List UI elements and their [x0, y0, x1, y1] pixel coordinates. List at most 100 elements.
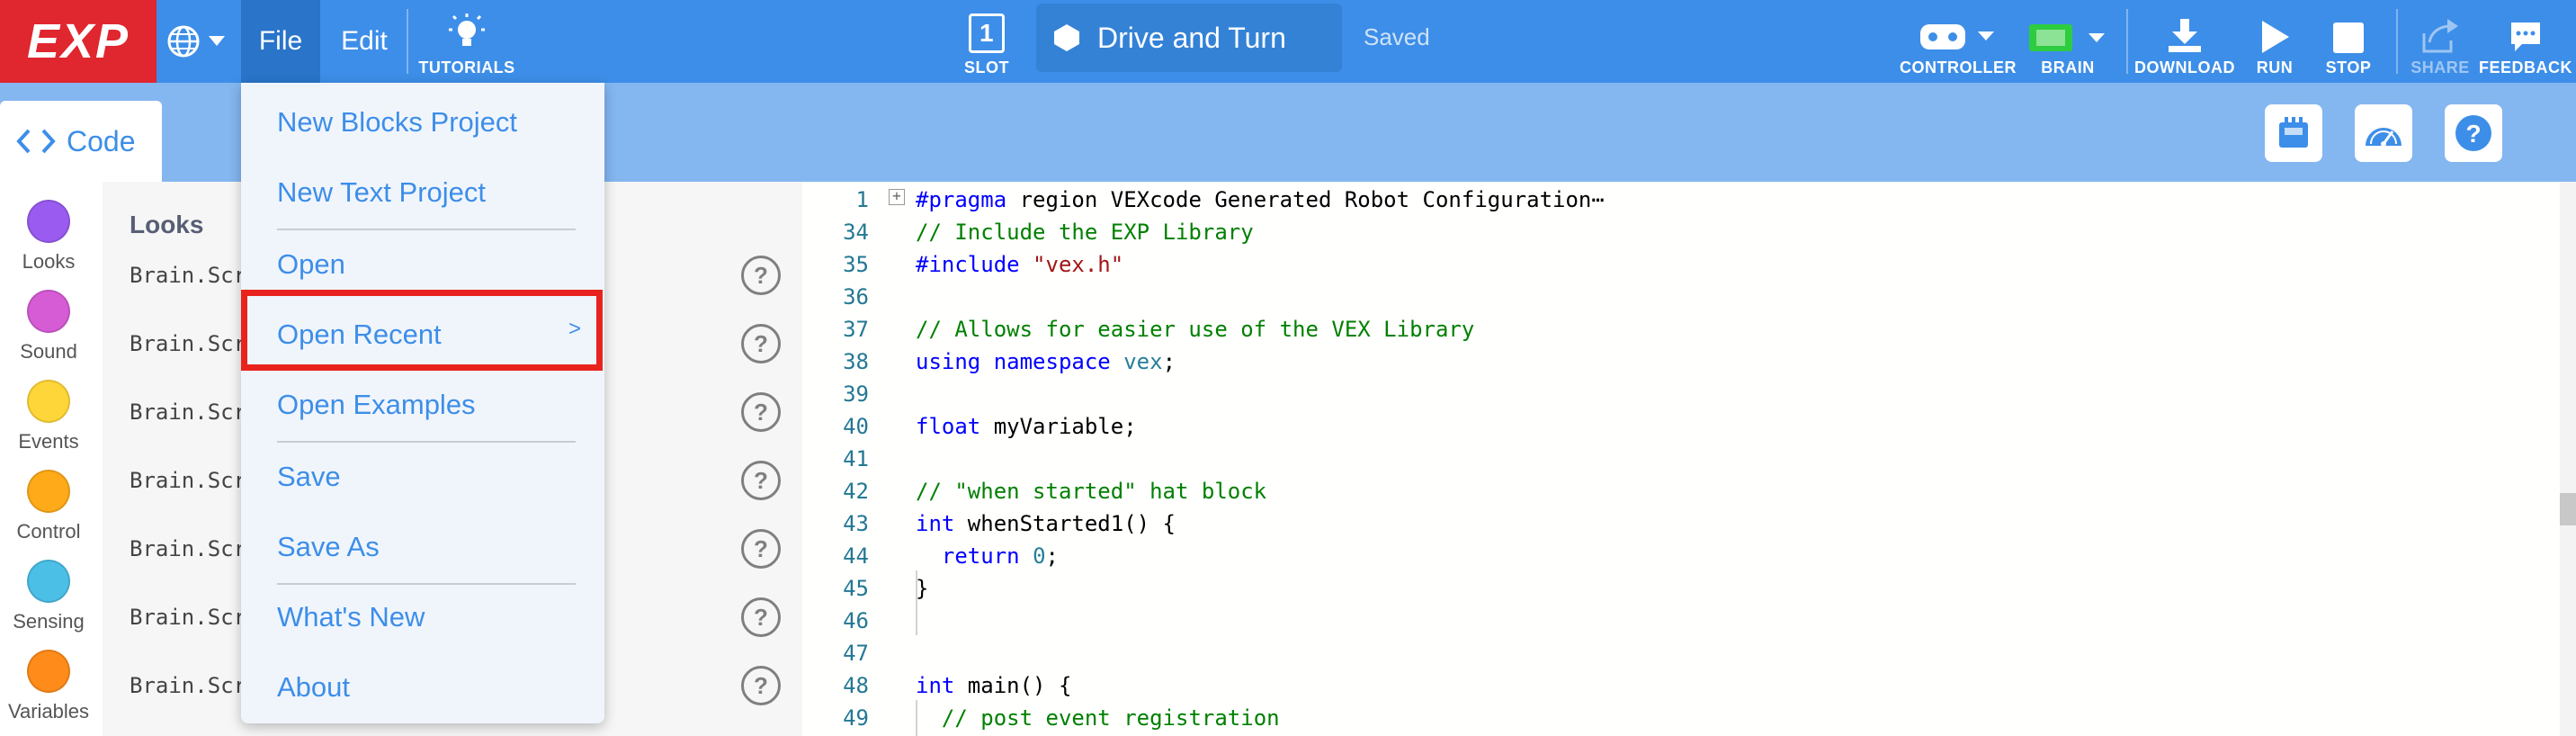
- block-help-icon[interactable]: ?: [741, 256, 781, 295]
- line-number: 46: [843, 608, 869, 633]
- dashboard-button[interactable]: [2355, 104, 2412, 162]
- code-token: main() {: [954, 673, 1072, 698]
- category-variables[interactable]: Variables: [0, 650, 97, 723]
- block-help-icon[interactable]: ?: [741, 392, 781, 432]
- code-line[interactable]: using namespace vex;: [916, 349, 1176, 374]
- tab-code[interactable]: Code: [0, 101, 162, 182]
- file-menu-item-new-blocks-project[interactable]: New Blocks Project: [277, 106, 517, 139]
- open-recent-highlight: [241, 290, 603, 371]
- category-sound[interactable]: Sound: [0, 290, 97, 364]
- code-line[interactable]: float myVariable;: [916, 414, 1137, 439]
- code-line[interactable]: // post event registration: [916, 705, 1280, 731]
- line-number: 34: [843, 220, 869, 245]
- project-name-field[interactable]: Drive and Turn: [1036, 4, 1342, 72]
- category-label: Variables: [7, 700, 90, 723]
- code-token: ;: [1045, 543, 1059, 569]
- help-button[interactable]: ?: [2445, 104, 2502, 162]
- menu-divider: [277, 441, 576, 443]
- editor-scrollbar[interactable]: [2560, 182, 2576, 736]
- hexagon-icon: [1054, 24, 1079, 51]
- code-token: }: [916, 576, 929, 601]
- code-token: int: [916, 673, 955, 698]
- file-menu-dropdown: New Blocks Project New Text Project Open Op…: [241, 83, 604, 723]
- language-button[interactable]: [165, 18, 237, 65]
- stop-icon: [2333, 22, 2364, 53]
- controller-button[interactable]: CONTROLLER: [1900, 5, 2017, 77]
- stop-button[interactable]: STOP: [2317, 5, 2380, 77]
- line-number: 38: [843, 349, 869, 374]
- edit-menu-button[interactable]: Edit: [324, 0, 405, 83]
- tutorials-button[interactable]: TUTORIALS: [417, 5, 516, 77]
- code-token: region VEXcode Generated Robot Configura…: [1006, 187, 1592, 212]
- top-toolbar: EXP File Edit TUTORIALS 1 SLOT Drive and…: [0, 0, 2576, 83]
- block-help-icon[interactable]: ?: [741, 597, 781, 637]
- share-label: SHARE: [2411, 58, 2470, 76]
- svg-text:?: ?: [2465, 120, 2481, 148]
- feedback-label: FEEDBACK: [2479, 58, 2573, 76]
- code-line[interactable]: int main() {: [916, 673, 1071, 698]
- code-token: // post event registration: [941, 705, 1280, 731]
- category-events[interactable]: Events: [0, 380, 97, 453]
- file-menu-item-about[interactable]: About: [277, 671, 350, 704]
- slot-button[interactable]: 1 SLOT: [959, 5, 1015, 77]
- globe-icon: [167, 25, 200, 58]
- save-status: Saved: [1364, 23, 1430, 50]
- code-line[interactable]: #pragma region VEXcode Generated Robot C…: [916, 187, 1605, 212]
- slot-label: SLOT: [964, 58, 1009, 76]
- brain-button[interactable]: BRAIN: [2029, 5, 2106, 77]
- code-line[interactable]: // Include the EXP Library: [916, 220, 1254, 245]
- run-button[interactable]: RUN: [2249, 5, 2301, 77]
- line-number: 36: [843, 284, 869, 310]
- code-line[interactable]: // Allows for easier use of the VEX Libr…: [916, 317, 1474, 342]
- line-number: 48: [843, 673, 869, 698]
- scrollbar-thumb[interactable]: [2560, 493, 2576, 525]
- category-label: Sensing: [13, 610, 85, 633]
- share-icon: [2422, 19, 2458, 53]
- project-name: Drive and Turn: [1097, 21, 1286, 54]
- line-number: 1: [855, 187, 869, 212]
- category-looks[interactable]: Looks: [0, 200, 97, 274]
- menu-divider: [277, 583, 576, 585]
- devices-button[interactable]: [2265, 104, 2322, 162]
- category-dot-icon: [27, 470, 70, 513]
- line-number: 43: [843, 511, 869, 536]
- file-menu-item-save-as[interactable]: Save As: [277, 531, 380, 563]
- category-control[interactable]: Control: [0, 470, 97, 543]
- block-help-icon[interactable]: ?: [741, 461, 781, 500]
- run-label: RUN: [2256, 58, 2294, 76]
- download-button[interactable]: DOWNLOAD: [2133, 5, 2236, 77]
- code-line[interactable]: int whenStarted1() {: [916, 511, 1176, 536]
- file-menu-item-save[interactable]: Save: [277, 461, 341, 493]
- exp-logo: EXP: [0, 0, 157, 83]
- code-token: // Allows for easier use of the VEX Libr…: [916, 317, 1475, 342]
- code-token: return: [941, 543, 1020, 569]
- fold-expand-icon[interactable]: +: [889, 189, 905, 205]
- code-line[interactable]: // "when started" hat block: [916, 479, 1266, 504]
- file-menu-item-new-text-project[interactable]: New Text Project: [277, 176, 486, 209]
- feedback-button[interactable]: FEEDBACK: [2479, 5, 2573, 77]
- block-help-icon[interactable]: ?: [741, 324, 781, 364]
- block-help-icon[interactable]: ?: [741, 666, 781, 705]
- line-number: 45: [843, 576, 869, 601]
- line-number: 40: [843, 414, 869, 439]
- palette-title: Looks: [130, 211, 204, 238]
- file-menu-item-what-s-new[interactable]: What's New: [277, 601, 425, 633]
- category-sensing[interactable]: Sensing: [0, 560, 97, 633]
- block-help-icon[interactable]: ?: [741, 529, 781, 569]
- file-menu-item-open-examples[interactable]: Open Examples: [277, 389, 476, 421]
- code-token: int: [916, 511, 955, 536]
- share-button[interactable]: SHARE: [2411, 5, 2470, 77]
- line-number: 35: [843, 252, 869, 277]
- question-icon: ?: [2455, 115, 2491, 151]
- code-line[interactable]: #include "vex.h": [916, 252, 1123, 277]
- file-menu-item-open[interactable]: Open: [277, 248, 345, 281]
- file-menu-button[interactable]: File: [241, 0, 320, 83]
- code-editor[interactable]: + 1 #pragma region VEXcode Generated Robo…: [804, 182, 2576, 736]
- code-line[interactable]: }: [916, 576, 928, 601]
- category-list: Looks Sound Events Control Sensing Variables: [0, 182, 97, 736]
- code-token: using: [916, 349, 981, 374]
- code-line[interactable]: return 0;: [916, 543, 1059, 569]
